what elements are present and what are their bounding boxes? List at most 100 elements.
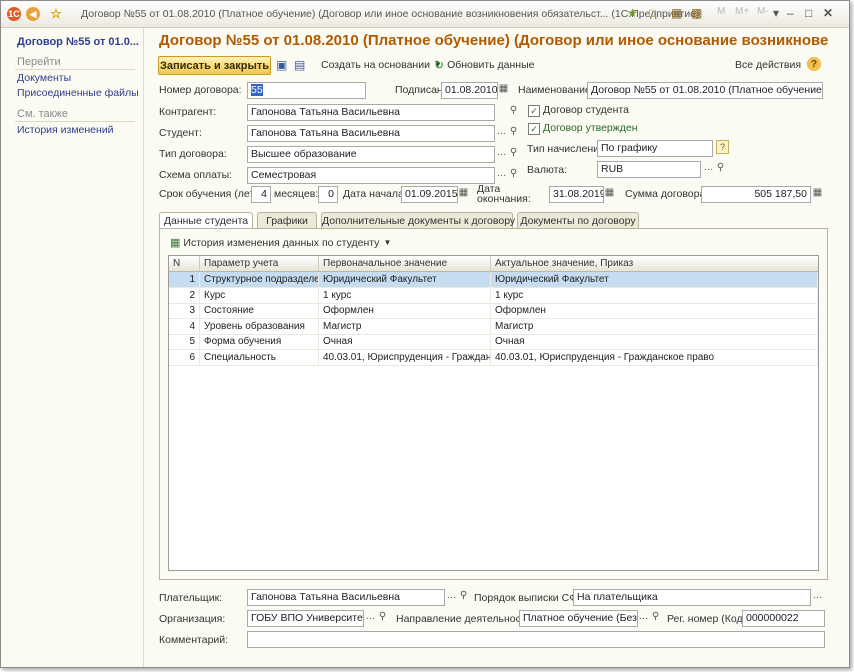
name-field[interactable]: Договор №55 от 01.08.2010 (Платное обуче…: [587, 82, 823, 99]
sidebar-item-change-history[interactable]: История изменений: [17, 124, 114, 136]
minimize-icon[interactable]: –: [787, 6, 794, 20]
column-header-actual[interactable]: Актуальное значение, Приказ: [491, 256, 818, 271]
select-button[interactable]: …: [811, 589, 824, 604]
calendar-icon[interactable]: ▦: [603, 186, 616, 201]
page-title: Договор №55 от 01.08.2010 (Платное обуче…: [159, 32, 829, 49]
end-date-label-line2: окончания:: [477, 193, 531, 205]
cell-n: 1: [169, 272, 200, 287]
approved-label: Договор утвержден: [543, 122, 638, 134]
counterparty-field[interactable]: Гапонова Татьяна Васильевна: [247, 104, 495, 121]
tab-schedules[interactable]: Графики: [257, 212, 317, 229]
organization-label: Организация:: [159, 613, 226, 625]
contract-number-value: 55: [251, 84, 263, 96]
organization-field[interactable]: ГОБУ ВПО Университет и: [247, 610, 364, 627]
maximize-icon[interactable]: □: [805, 6, 812, 20]
comment-label: Комментарий:: [159, 634, 229, 646]
search-icon[interactable]: ⚲: [507, 104, 520, 119]
dropdown-icon[interactable]: ▾: [773, 6, 779, 20]
table-row[interactable]: 1 Структурное подразделе... Юридический Фа…: [169, 272, 818, 288]
search-icon[interactable]: ⚲: [376, 610, 389, 625]
sidebar-item-attached-files[interactable]: Присоединенные файлы: [17, 87, 139, 99]
student-contract-checkbox[interactable]: ✓: [528, 105, 540, 117]
help-icon[interactable]: ?: [716, 140, 729, 154]
term-label: Срок обучения (лет):: [159, 188, 261, 200]
column-header-initial[interactable]: Первоначальное значение: [319, 256, 491, 271]
calculator-icon[interactable]: ▦: [671, 6, 682, 20]
table-row[interactable]: 4 Уровень образования Магистр Магистр: [169, 318, 818, 335]
link-icon[interactable]: □: [649, 6, 656, 20]
direction-field[interactable]: Платное обучение (Без НД: [519, 610, 638, 627]
cell-initial: Юридический Факультет: [319, 272, 491, 287]
tab-additional-documents[interactable]: Дополнительные документы к договору: [321, 212, 515, 229]
payment-scheme-field[interactable]: Семестровая: [247, 167, 495, 184]
memory-button-mminus[interactable]: M-: [757, 6, 769, 17]
search-icon[interactable]: ⚲: [714, 161, 727, 176]
student-label: Студент:: [159, 127, 202, 139]
calculator-icon[interactable]: ▦: [811, 186, 824, 201]
contract-type-field[interactable]: Высшее образование: [247, 146, 495, 163]
months-field[interactable]: 0: [318, 186, 338, 203]
save-icon[interactable]: ▣: [276, 56, 287, 73]
cell-parameter: Форма обучения: [200, 334, 319, 349]
star-icon[interactable]: ☆: [49, 6, 63, 21]
cell-parameter: Курс: [200, 287, 319, 303]
help-button[interactable]: ?: [807, 57, 821, 71]
contract-number-field[interactable]: 55: [247, 82, 366, 99]
invoice-order-field[interactable]: На плательщика: [573, 589, 811, 606]
list-icon[interactable]: ▤: [294, 56, 305, 73]
table-row[interactable]: 2 Курс 1 курс 1 курс: [169, 287, 818, 304]
term-years-field[interactable]: 4: [251, 186, 271, 203]
comment-field[interactable]: [247, 631, 825, 648]
amount-field[interactable]: 505 187,50: [701, 186, 811, 203]
cell-actual: Оформлен: [491, 303, 818, 318]
tab-contract-documents[interactable]: Документы по договору: [517, 212, 639, 229]
save-and-close-button[interactable]: Записать и закрыть: [158, 56, 271, 75]
cell-actual: 40.03.01, Юриспруденция - Гражданское пр…: [491, 349, 818, 365]
memory-button-m[interactable]: M: [717, 6, 725, 17]
create-based-button[interactable]: Создать на основании ▼: [321, 56, 442, 73]
cell-initial: 1 курс: [319, 287, 491, 303]
table-row[interactable]: 3 Состояние Оформлен Оформлен: [169, 303, 818, 319]
cell-actual: Магистр: [491, 318, 818, 334]
cell-parameter: Структурное подразделе...: [200, 272, 319, 287]
refresh-button[interactable]: ↻ Обновить данные: [434, 56, 534, 73]
sidebar-item-documents[interactable]: Документы: [17, 72, 71, 84]
student-field[interactable]: Гапонова Татьяна Васильевна: [247, 125, 495, 142]
start-date-field[interactable]: 01.09.2015: [401, 186, 458, 203]
table-row[interactable]: 6 Специальность 40.03.01, Юриспруденция - …: [169, 349, 818, 366]
signed-date-field[interactable]: 01.08.2010: [441, 82, 498, 99]
calendar-icon[interactable]: ▦: [457, 186, 470, 201]
column-header-n[interactable]: N: [169, 256, 200, 271]
student-data-table[interactable]: N Параметр учета Первоначальное значение…: [168, 255, 819, 571]
approved-checkbox[interactable]: ✓: [528, 123, 540, 135]
search-icon[interactable]: ⚲: [507, 167, 520, 182]
contract-number-label: Номер договора:: [159, 84, 242, 96]
goto-header: Перейти: [17, 56, 61, 68]
history-button[interactable]: ▦ История изменения данных по студенту ▼: [170, 236, 391, 250]
search-icon[interactable]: ⚲: [507, 125, 520, 140]
currency-field[interactable]: RUB: [597, 161, 701, 178]
search-icon[interactable]: ⚲: [457, 589, 470, 604]
all-actions-button[interactable]: Все действия▼: [735, 56, 813, 73]
history-button-label: История изменения данных по студенту: [183, 236, 380, 249]
search-icon[interactable]: ⚲: [507, 146, 520, 161]
reg-number-field[interactable]: 000000022: [742, 610, 825, 627]
cell-n: 6: [169, 349, 200, 365]
close-icon[interactable]: ✕: [823, 6, 833, 20]
app-logo-icon[interactable]: 1С: [7, 7, 21, 21]
payer-field[interactable]: Гапонова Татьяна Васильевна: [247, 589, 445, 606]
sidebar-title[interactable]: Договор №55 от 01.0...: [17, 36, 139, 48]
calendar-icon[interactable]: ▦: [497, 82, 510, 97]
favorites-icon[interactable]: ★: [627, 6, 638, 20]
cell-actual: 1 курс: [491, 287, 818, 303]
column-header-parameter[interactable]: Параметр учета: [200, 256, 319, 271]
accrual-type-field[interactable]: По графику: [597, 140, 713, 157]
table-header: N Параметр учета Первоначальное значение…: [169, 256, 818, 272]
memory-button-mplus[interactable]: M+: [735, 6, 749, 17]
end-date-field[interactable]: 31.08.2019: [549, 186, 604, 203]
search-icon[interactable]: ⚲: [649, 610, 662, 625]
calendar-icon[interactable]: ▩: [691, 6, 702, 20]
form-area: Договор №55 от 01.08.2010 (Платное обуче…: [145, 28, 849, 667]
table-row[interactable]: 5 Форма обучения Очная Очная: [169, 334, 818, 350]
back-icon[interactable]: ◀: [26, 7, 40, 21]
